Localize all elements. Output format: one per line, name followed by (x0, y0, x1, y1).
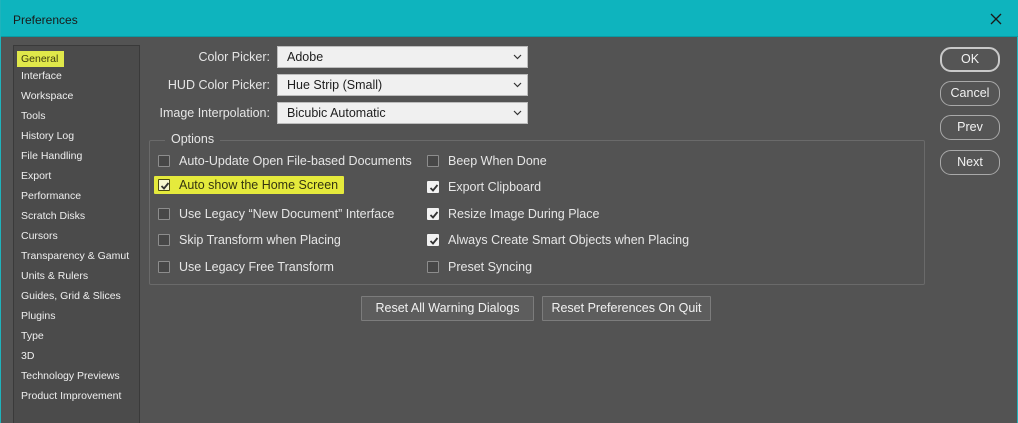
sidebar-item-export[interactable]: Export (21, 168, 51, 184)
sidebar-item-file-handling[interactable]: File Handling (21, 148, 82, 164)
sidebar-item-scratch-disks[interactable]: Scratch Disks (21, 208, 85, 224)
checkbox-label: Use Legacy Free Transform (179, 260, 334, 274)
sidebar-item-product-improvement[interactable]: Product Improvement (21, 388, 121, 404)
checkbox-label: Beep When Done (448, 154, 547, 168)
smart-objects-checkbox[interactable]: Always Create Smart Objects when Placing (427, 231, 689, 249)
checkbox-box (427, 234, 439, 246)
sidebar-item-interface[interactable]: Interface (21, 68, 62, 84)
close-button[interactable] (973, 0, 1018, 37)
sidebar-item-units-rulers[interactable]: Units & Rulers (21, 268, 88, 284)
checkbox-label: Use Legacy “New Document” Interface (179, 207, 395, 221)
image-interpolation-value: Bicubic Automatic (287, 106, 386, 120)
checkbox-box (427, 155, 439, 167)
hud-color-picker-value: Hue Strip (Small) (287, 78, 383, 92)
auto-update-documents-checkbox[interactable]: Auto-Update Open File-based Documents (158, 152, 412, 170)
ok-button[interactable]: OK (940, 47, 1000, 72)
prev-button[interactable]: Prev (940, 115, 1000, 140)
checkmark-icon (429, 211, 439, 219)
export-clipboard-checkbox[interactable]: Export Clipboard (427, 178, 541, 196)
sidebar-item-performance[interactable]: Performance (21, 188, 81, 204)
legacy-new-document-checkbox[interactable]: Use Legacy “New Document” Interface (158, 205, 394, 223)
sidebar-item-type[interactable]: Type (21, 328, 44, 344)
next-button[interactable]: Next (940, 150, 1000, 175)
chevron-down-icon (511, 103, 523, 123)
checkbox-label: Preset Syncing (448, 260, 533, 274)
checkmark-icon (429, 184, 439, 192)
reset-warning-dialogs-button[interactable]: Reset All Warning Dialogs (361, 296, 534, 321)
sidebar-item-transparency-gamut[interactable]: Transparency & Gamut (21, 248, 129, 264)
hud-color-picker-select[interactable]: Hue Strip (Small) (277, 74, 528, 96)
checkbox-box (427, 208, 439, 220)
checkbox-label: Skip Transform when Placing (179, 233, 341, 247)
sidebar-item-plugins[interactable]: Plugins (21, 308, 55, 324)
legacy-free-transform-checkbox[interactable]: Use Legacy Free Transform (158, 258, 334, 276)
checkbox-box (158, 234, 170, 246)
reset-preferences-button[interactable]: Reset Preferences On Quit (542, 296, 711, 321)
options-legend: Options (165, 132, 221, 146)
cancel-button[interactable]: Cancel (940, 81, 1000, 106)
close-icon (990, 13, 1002, 24)
color-picker-select[interactable]: Adobe (277, 46, 528, 68)
checkbox-label: Resize Image During Place (448, 207, 600, 221)
sidebar-item-guides-grid-slices[interactable]: Guides, Grid & Slices (21, 288, 121, 304)
image-interpolation-select[interactable]: Bicubic Automatic (277, 102, 528, 124)
checkbox-label: Always Create Smart Objects when Placing (448, 233, 690, 247)
sidebar-item-general[interactable]: General (17, 51, 65, 67)
checkbox-box (158, 208, 170, 220)
image-interpolation-label: Image Interpolation: (159, 106, 271, 120)
checkbox-box (427, 261, 439, 273)
sidebar-item-history-log[interactable]: History Log (21, 128, 74, 144)
checkbox-label: Auto show the Home Screen (179, 178, 339, 192)
skip-transform-checkbox[interactable]: Skip Transform when Placing (158, 231, 341, 249)
checkbox-label: Auto-Update Open File-based Documents (179, 154, 412, 168)
sidebar-item-3d[interactable]: 3D (21, 348, 34, 364)
preferences-dialog: Preferences General Interface Workspace … (0, 0, 1018, 423)
window-title: Preferences (13, 13, 78, 27)
chevron-down-icon (511, 47, 523, 67)
sidebar-item-cursors[interactable]: Cursors (21, 228, 58, 244)
hud-color-picker-label: HUD Color Picker: (167, 78, 270, 92)
color-picker-value: Adobe (287, 50, 324, 64)
preset-syncing-checkbox[interactable]: Preset Syncing (427, 258, 532, 276)
checkbox-label: Export Clipboard (448, 180, 542, 194)
checkbox-box (427, 181, 439, 193)
sidebar-item-workspace[interactable]: Workspace (21, 88, 73, 104)
sidebar: General Interface Workspace Tools Histor… (13, 45, 140, 423)
resize-image-during-place-checkbox[interactable]: Resize Image During Place (427, 205, 599, 223)
checkbox-box (158, 179, 170, 191)
checkbox-box (158, 261, 170, 273)
checkmark-icon (429, 237, 439, 245)
checkbox-box (158, 155, 170, 167)
auto-show-home-screen-checkbox[interactable]: Auto show the Home Screen (154, 176, 345, 194)
beep-when-done-checkbox[interactable]: Beep When Done (427, 152, 547, 170)
sidebar-item-tools[interactable]: Tools (21, 108, 46, 124)
chevron-down-icon (511, 75, 523, 95)
title-bar[interactable]: Preferences (1, 0, 1018, 37)
sidebar-item-technology-previews[interactable]: Technology Previews (21, 368, 120, 384)
checkmark-icon (160, 182, 170, 190)
color-picker-label: Color Picker: (198, 50, 270, 64)
